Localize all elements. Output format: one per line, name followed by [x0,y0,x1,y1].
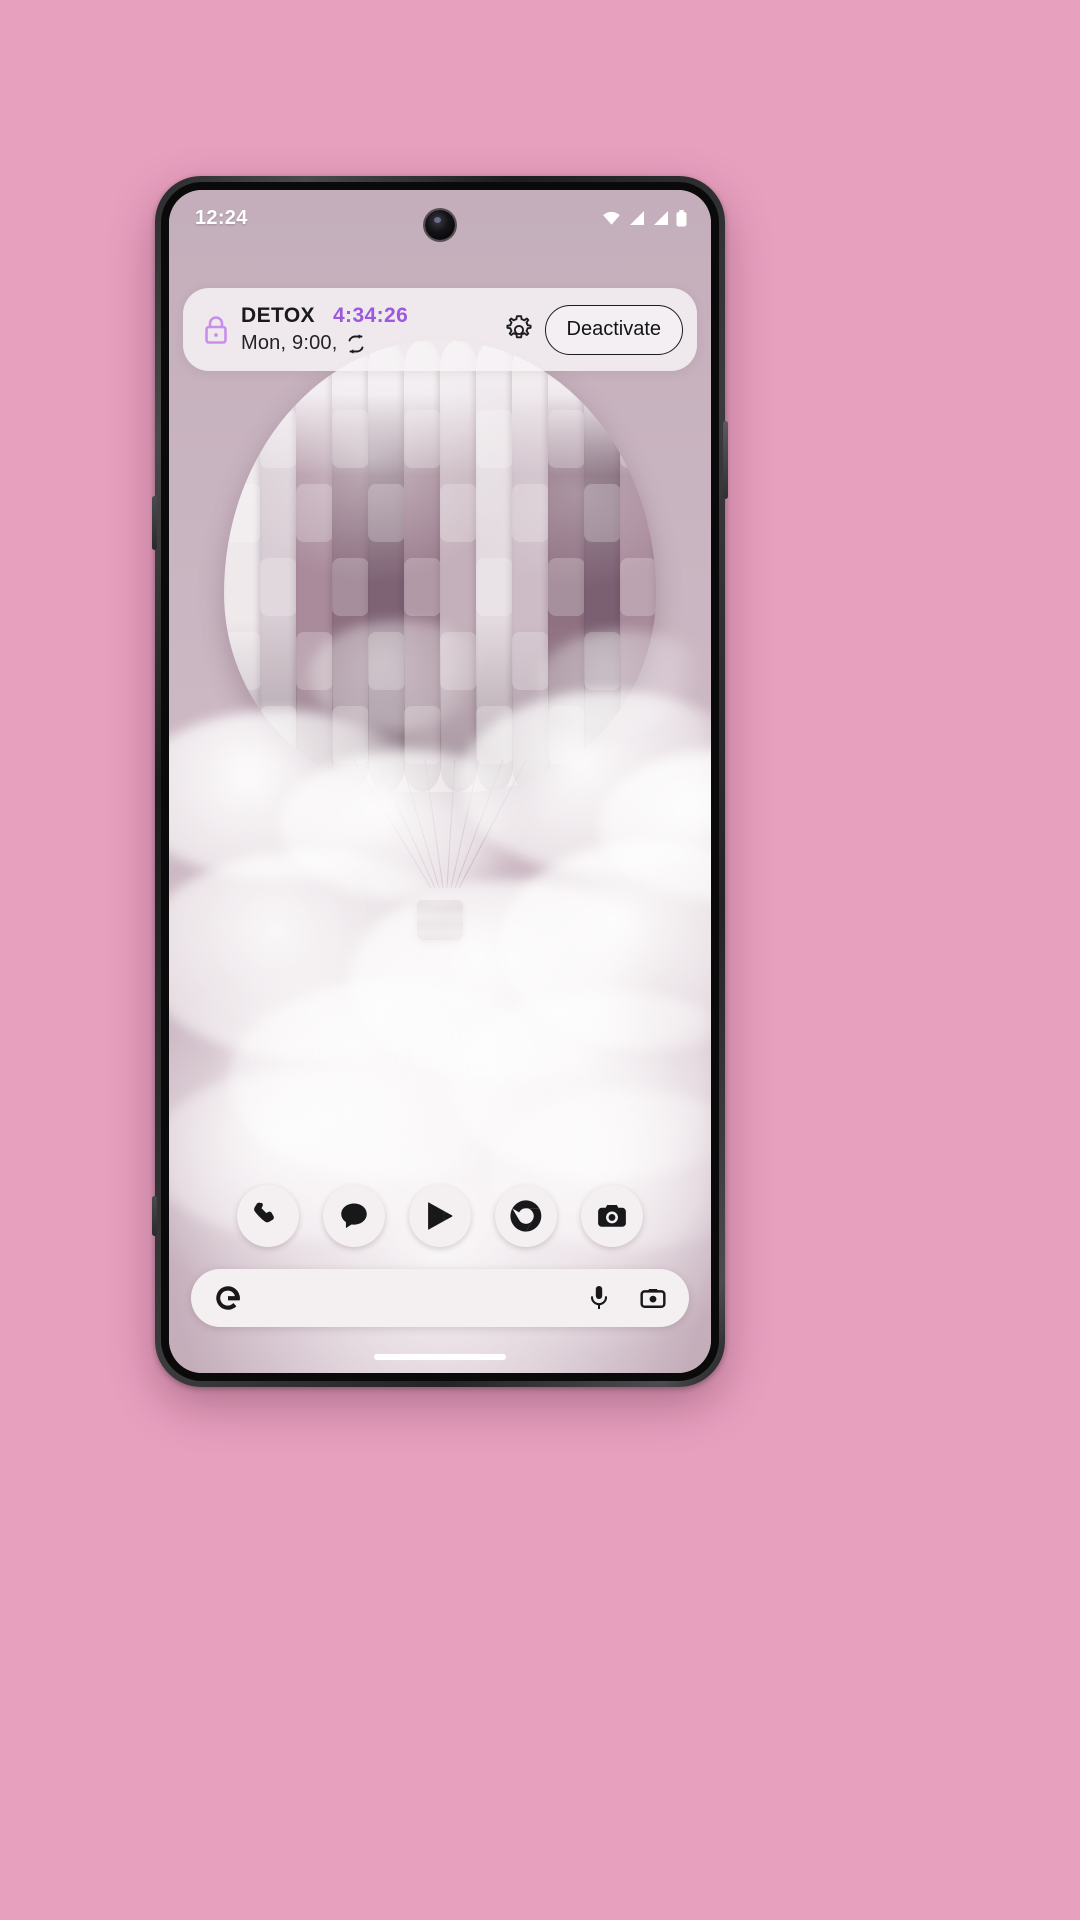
detox-widget-primary-row: DETOX 4:34:26 [241,304,499,328]
detox-widget-schedule-row: Mon, 9:00, [241,332,499,355]
chrome-icon [510,1200,542,1232]
google-lens-camera-icon[interactable] [639,1284,667,1312]
play-store-icon [428,1202,453,1230]
app-dock [169,1185,711,1247]
battery-icon [676,209,687,226]
cellular-signal-icon-2 [654,211,668,225]
search-bar-actions [587,1284,667,1312]
google-g-icon [216,1286,240,1310]
detox-title: DETOX [241,304,315,327]
detox-widget[interactable]: DETOX 4:34:26 Mon, 9:00, Deactivate [183,288,697,371]
lock-icon [199,314,233,346]
home-gesture-indicator[interactable] [374,1354,506,1360]
search-input[interactable] [243,1287,587,1309]
detox-widget-texts: DETOX 4:34:26 Mon, 9:00, [233,304,499,355]
deactivate-button[interactable]: Deactivate [544,304,683,355]
dock-item-messages[interactable] [323,1185,385,1247]
repeat-icon [348,333,363,354]
power-button[interactable] [723,421,728,499]
dock-item-play-store[interactable] [409,1185,471,1247]
cellular-signal-icon-1 [630,211,644,225]
status-bar-icons [602,209,687,227]
camera-icon [598,1204,626,1227]
front-camera-punch-hole [425,210,455,240]
gear-icon [505,314,532,338]
detox-timer: 4:34:26 [332,304,409,327]
phone-device: 12:24 DETOX 4:34:26 Mon, 9:00, Deactivat… [152,176,728,1387]
screenshot-root: 12:24 DETOX 4:34:26 Mon, 9:00, Deactivat… [0,0,1080,1920]
detox-schedule: Mon, 9:00, [241,332,338,354]
dock-item-camera[interactable] [581,1185,643,1247]
phone-icon [254,1202,274,1223]
microphone-icon[interactable] [587,1284,611,1312]
dock-item-phone[interactable] [237,1185,299,1247]
secondary-side-button[interactable] [152,1196,157,1236]
volume-button[interactable] [152,496,157,550]
phone-screen: 12:24 DETOX 4:34:26 Mon, 9:00, Deactivat… [169,190,711,1373]
dock-item-chrome[interactable] [495,1185,557,1247]
messages-icon [341,1203,367,1229]
status-bar-clock: 12:24 [195,206,248,229]
wifi-icon [603,211,620,225]
detox-settings-button[interactable] [499,310,539,350]
google-search-bar[interactable] [191,1269,689,1327]
